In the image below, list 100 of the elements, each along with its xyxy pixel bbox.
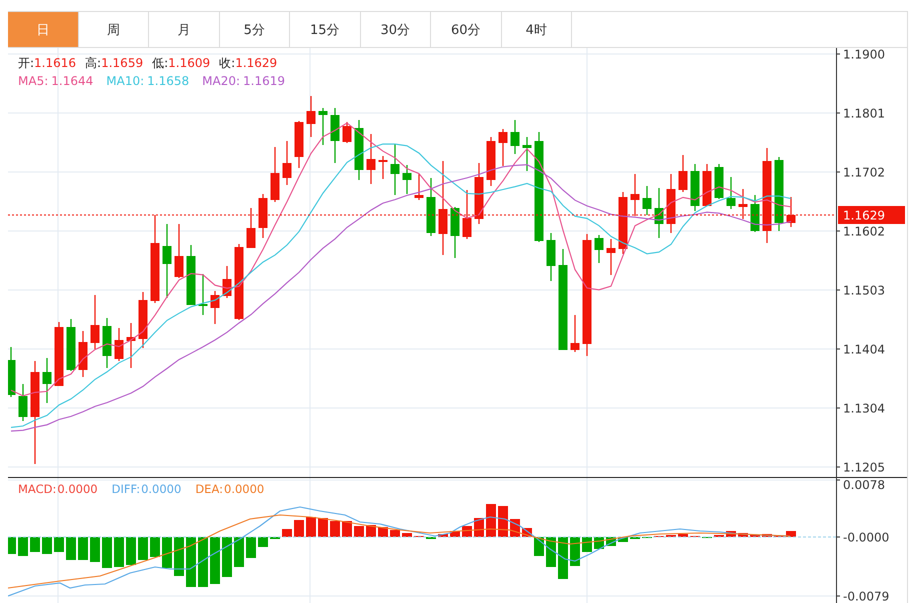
macd-bar xyxy=(558,537,568,579)
price-axis-label: 1.1702 xyxy=(843,166,885,180)
candlestick xyxy=(318,108,328,145)
candlestick xyxy=(618,192,628,254)
macd-bar xyxy=(570,537,580,566)
macd-bar xyxy=(18,537,28,556)
candlestick xyxy=(210,291,220,324)
macd-bar xyxy=(8,537,16,554)
candlestick xyxy=(426,178,436,236)
candlestick xyxy=(474,163,484,224)
indicator-value: 0.0000 xyxy=(141,482,182,496)
candlestick xyxy=(414,174,424,200)
candlestick xyxy=(102,318,112,368)
candlestick xyxy=(450,207,460,258)
candlestick xyxy=(498,129,508,166)
moving-average-label: MA10: xyxy=(106,74,144,88)
moving-average-value: 1.1619 xyxy=(243,74,285,88)
macd-bar xyxy=(786,531,796,537)
candlestick xyxy=(702,164,712,206)
candlestick xyxy=(66,319,76,371)
macd-bar xyxy=(78,537,88,560)
candlestick xyxy=(390,144,400,195)
candlestick xyxy=(714,164,724,199)
candlestick xyxy=(654,188,664,238)
macd-bar xyxy=(618,537,628,542)
current-price-label: 1.1629 xyxy=(838,206,905,224)
price-label: 高: xyxy=(85,56,102,70)
macd-bar xyxy=(102,537,112,568)
macd-bar xyxy=(762,534,772,537)
candlestick xyxy=(606,239,616,275)
macd-axis-label: 0.0078 xyxy=(843,478,885,492)
candlestick xyxy=(198,274,208,315)
candlestick xyxy=(258,194,268,238)
candlestick xyxy=(786,197,796,227)
macd-bar xyxy=(186,537,196,587)
price-label: 低: xyxy=(152,56,168,70)
macd-bar xyxy=(174,537,184,576)
price-axis-label: 1.1304 xyxy=(843,402,885,416)
candlestick xyxy=(174,224,184,278)
macd-bar xyxy=(222,537,232,577)
macd-bar xyxy=(294,520,304,537)
macd-bar xyxy=(330,521,340,537)
macd-bar xyxy=(498,506,508,537)
macd-axis-label: -0.0079 xyxy=(843,590,890,603)
candlestick xyxy=(486,137,496,186)
macd-bar xyxy=(486,504,496,537)
price-label: 收: xyxy=(219,56,236,70)
moving-average-label: MA20: xyxy=(202,74,240,88)
indicator-value: 0.0000 xyxy=(57,482,98,496)
candlestick xyxy=(510,120,520,154)
price-value: 1.1609 xyxy=(168,56,210,70)
candlestick xyxy=(342,122,352,143)
candlestick xyxy=(378,156,388,179)
candlestick xyxy=(330,108,340,163)
candlestick xyxy=(522,137,532,171)
price-label: 开: xyxy=(18,56,34,70)
candlestick xyxy=(222,266,232,298)
macd-bar xyxy=(90,537,100,562)
macd-bar xyxy=(342,521,352,537)
macd-bar xyxy=(198,537,208,587)
moving-average-value: 1.1644 xyxy=(51,74,94,88)
price-value: 1.1616 xyxy=(34,56,76,70)
macd-bar xyxy=(54,537,64,552)
price-axis-label: 1.1205 xyxy=(843,460,885,474)
candlestick xyxy=(8,347,16,397)
candlestick xyxy=(726,177,736,209)
candlestick xyxy=(354,120,364,180)
candlestick xyxy=(78,331,88,377)
candlestick xyxy=(18,384,28,421)
candlestick xyxy=(90,295,100,349)
candlestick xyxy=(594,235,604,263)
macd-bar xyxy=(246,537,256,558)
macd-bar xyxy=(114,537,124,567)
macd-bar xyxy=(390,530,400,537)
price-axis-label: 1.1503 xyxy=(843,284,885,298)
price-axis-label: 1.1602 xyxy=(843,224,885,238)
candlestick xyxy=(678,155,688,192)
candlestick xyxy=(570,315,580,352)
candlestick xyxy=(546,233,556,281)
macd-bar xyxy=(150,537,160,557)
candlestick xyxy=(690,164,700,211)
macd-bar xyxy=(306,517,316,537)
macd-bar xyxy=(66,537,76,560)
macd-bar xyxy=(354,526,364,537)
macd-bar xyxy=(126,537,136,565)
candlestick xyxy=(294,121,304,168)
candlestick xyxy=(402,165,412,194)
candlestick xyxy=(738,189,748,219)
candlestick xyxy=(666,174,676,233)
price-axis-label: 1.1404 xyxy=(843,342,885,356)
macd-bar xyxy=(138,537,148,560)
moving-average-value: 1.1658 xyxy=(147,74,190,88)
macd-bar xyxy=(234,537,244,567)
macd-bar xyxy=(738,533,748,537)
candlestick xyxy=(642,186,652,215)
moving-average-label: MA5: xyxy=(18,74,48,88)
candlestick xyxy=(42,358,52,403)
candlestick xyxy=(306,96,316,137)
indicator-value: 0.0000 xyxy=(224,482,264,496)
indicator-label: DIFF: xyxy=(112,482,140,496)
